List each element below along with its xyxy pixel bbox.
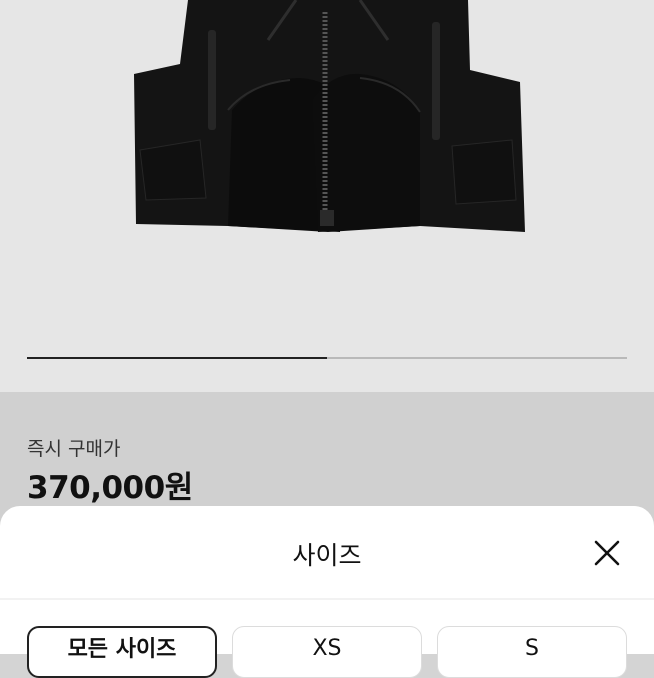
size-option-all[interactable]: 모든 사이즈: [27, 626, 217, 678]
instant-buy-price-label: 즉시 구매가: [27, 438, 121, 460]
size-option-s[interactable]: S: [437, 626, 627, 678]
product-image-area[interactable]: [0, 0, 654, 392]
sheet-divider: [0, 598, 654, 600]
product-image: [134, 0, 525, 232]
size-bottom-sheet: 사이즈 모든 사이즈 XS S: [0, 506, 654, 678]
size-option-xs[interactable]: XS: [232, 626, 422, 678]
instant-buy-price: 370,000원: [27, 470, 193, 506]
image-progress-fill: [27, 357, 327, 359]
sheet-title: 사이즈: [292, 541, 362, 570]
close-icon: [594, 540, 620, 566]
close-button[interactable]: [590, 536, 624, 570]
image-progress-track: [27, 357, 627, 359]
